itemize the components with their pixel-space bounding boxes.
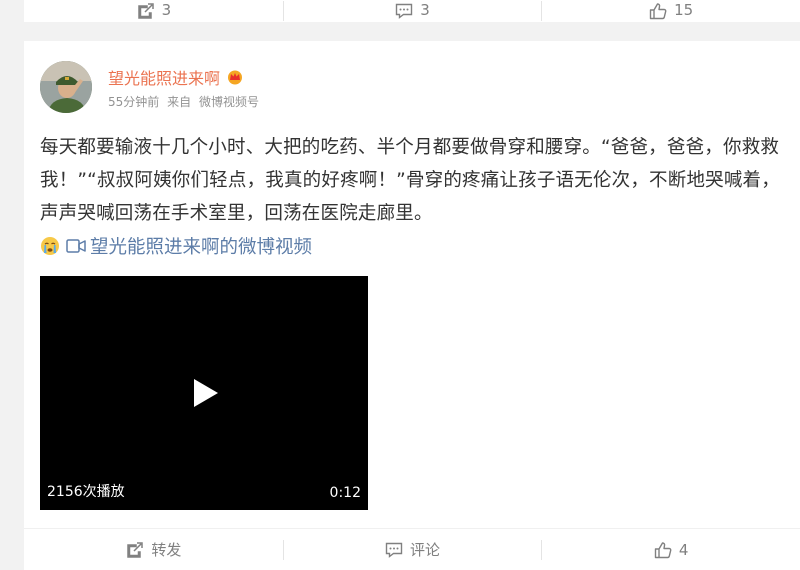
comment-icon <box>396 3 413 19</box>
like-icon <box>654 541 672 558</box>
like-count: 4 <box>678 540 689 559</box>
repost-label: 转发 <box>151 541 182 559</box>
video-link[interactable]: 望光能照进来啊的微博视频 <box>40 233 312 259</box>
post-card: 望光能照进来啊 55分钟前 来自 微博视频号 每天都要输液十几个小时、大把的吃药… <box>24 41 800 569</box>
play-count: 2156次播放 <box>47 484 125 500</box>
repost-icon <box>137 3 154 19</box>
video-duration: 0:12 <box>329 485 361 501</box>
video-link-label[interactable]: 望光能照进来啊的微博视频 <box>90 233 312 259</box>
repost-button[interactable]: 3 <box>24 0 283 22</box>
repost-icon <box>127 541 144 558</box>
previous-post-action-bar: 3 3 15 <box>24 0 800 22</box>
username[interactable]: 望光能照进来啊 <box>108 65 244 89</box>
like-icon <box>649 3 667 20</box>
comment-count: 3 <box>420 1 430 19</box>
comment-button[interactable]: 3 <box>282 0 542 22</box>
like-count: 15 <box>674 1 694 19</box>
comment-icon <box>385 542 403 558</box>
post-time[interactable]: 55分钟前 <box>108 95 159 109</box>
avatar[interactable] <box>40 61 92 113</box>
source-prefix: 来自 <box>167 95 192 109</box>
play-icon[interactable] <box>192 377 220 409</box>
video-player[interactable]: 2156次播放 0:12 <box>40 276 368 510</box>
crying-emoji-icon <box>41 237 59 255</box>
repost-count: 3 <box>161 1 172 19</box>
like-button[interactable]: 4 <box>541 529 800 570</box>
comment-button[interactable]: 评论 <box>282 529 542 570</box>
repost-button[interactable]: 转发 <box>24 529 283 570</box>
vip-crown-icon[interactable] <box>226 69 244 85</box>
post-meta: 55分钟前 来自 微博视频号 <box>108 93 263 110</box>
post-source[interactable]: 微博视频号 <box>199 95 259 109</box>
post-text: 每天都要输液十几个小时、大把的吃药、半个月都要做骨穿和腰穿。“爸爸，爸爸，你救救… <box>40 137 780 224</box>
like-button[interactable]: 15 <box>541 0 800 22</box>
post-action-bar: 转发 评论 4 <box>24 528 800 570</box>
comment-label: 评论 <box>410 541 441 559</box>
video-icon <box>66 239 86 253</box>
username-text[interactable]: 望光能照进来啊 <box>108 65 220 89</box>
avatar-image <box>40 61 92 113</box>
